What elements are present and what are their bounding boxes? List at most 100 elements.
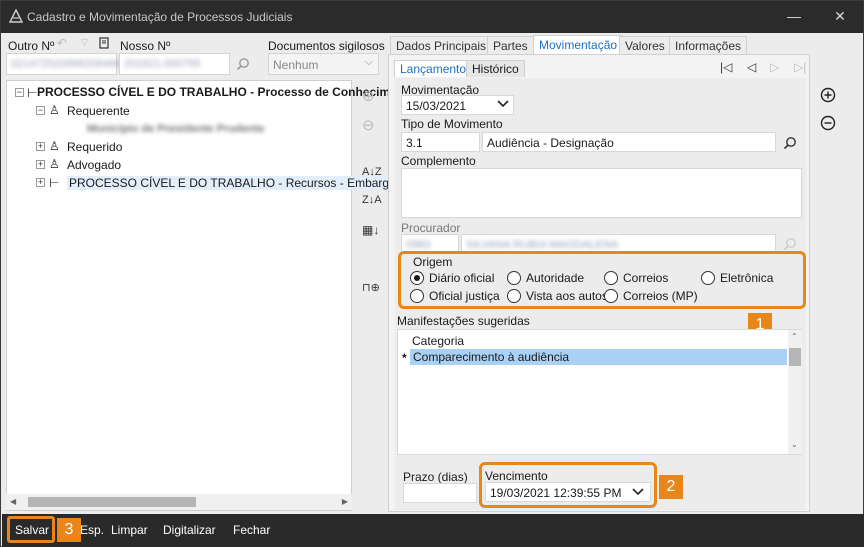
add-icon[interactable]: ⊕ — [362, 87, 375, 105]
person-icon: ♙ — [49, 139, 60, 153]
expand-icon[interactable]: + — [36, 160, 45, 169]
radio-vista-aos-autos[interactable] — [507, 289, 521, 303]
radio-autoridade[interactable] — [507, 271, 521, 285]
complemento-textarea[interactable] — [401, 168, 802, 218]
origem-label: Origem — [413, 255, 453, 269]
esp-button[interactable]: Esp. — [80, 523, 104, 537]
tree-node-icon: ⊢ — [27, 86, 38, 100]
search-icon[interactable] — [783, 136, 797, 150]
add-icon[interactable] — [820, 87, 836, 103]
prev-record-icon[interactable]: ◁ — [747, 60, 756, 74]
manifestacoes-label: Manifestações sugeridas — [397, 314, 530, 328]
scroll-up-icon: ⌃ — [791, 332, 798, 341]
collapse-icon[interactable]: − — [36, 106, 45, 115]
undo-icon[interactable]: ↶ — [57, 36, 67, 50]
collapse-icon[interactable]: − — [15, 88, 24, 97]
scroll-thumb[interactable] — [789, 348, 801, 366]
tree-node-icon: ⊢ — [49, 176, 60, 190]
procurador-label: Procurador — [401, 221, 461, 235]
bottom-toolbar: Salvar 3 Esp. Limpar Digitalizar Fechar — [2, 514, 864, 547]
tree-item-requerido[interactable]: Requerido — [67, 140, 122, 154]
subtab-historico[interactable]: Histórico — [466, 60, 525, 77]
tab-informacoes[interactable]: Informações — [669, 36, 748, 54]
tree-item-municipio[interactable]: Município de Presidente Prudente — [87, 123, 264, 135]
radio-label: Oficial justiça — [429, 289, 500, 303]
sort-az-icon[interactable]: A↓Z — [362, 166, 382, 178]
remove-icon[interactable] — [820, 115, 836, 131]
expand-icon[interactable]: + — [36, 178, 45, 187]
tree-item-advogado[interactable]: Advogado — [67, 158, 121, 172]
last-record-icon[interactable]: ▷| — [794, 60, 806, 74]
table-row[interactable]: Comparecimento à audiência — [410, 349, 787, 365]
search-icon[interactable] — [236, 57, 250, 71]
tab-dados-principais[interactable]: Dados Principais — [390, 36, 493, 54]
close-button[interactable]: ✕ — [817, 1, 863, 33]
expand-icon[interactable]: + — [36, 142, 45, 151]
chevron-down-icon[interactable]: ▽ — [81, 37, 88, 48]
digitalizar-button[interactable]: Digitalizar — [163, 523, 216, 537]
app-icon — [9, 9, 23, 23]
remove-icon[interactable]: ⊖ — [362, 116, 375, 134]
minimize-button[interactable]: — — [771, 1, 817, 33]
radio-label: Eletrônica — [720, 271, 774, 285]
radio-correios[interactable] — [604, 271, 618, 285]
subtab-lancamento[interactable]: Lançamento — [394, 60, 473, 77]
vencimento-label: Vencimento — [485, 469, 548, 483]
radio-label: Correios (MP) — [623, 289, 698, 303]
radio-oficial-justica[interactable] — [410, 289, 424, 303]
sort-za-icon[interactable]: Z↓A — [362, 194, 382, 206]
tree-item-requerente[interactable]: Requerente — [67, 104, 130, 118]
manifestacoes-grid[interactable]: Categoria * Comparecimento à audiência ⌃… — [397, 329, 802, 455]
step-badge-2: 2 — [659, 475, 683, 499]
tree-item-processo[interactable]: PROCESSO CÍVEL E DO TRABALHO - Processo … — [37, 85, 390, 99]
person-icon: ♙ — [49, 157, 60, 171]
add-node-icon[interactable]: ⊓⊕ — [362, 281, 380, 294]
radio-label: Vista aos autos — [526, 289, 608, 303]
radio-label: Diário oficial — [429, 271, 495, 285]
radio-eletronica[interactable] — [701, 271, 715, 285]
scroll-down-icon: ⌄ — [791, 440, 798, 449]
movimentacao-date[interactable]: 15/03/2021 — [401, 95, 514, 115]
next-record-icon[interactable]: ▷ — [770, 60, 779, 74]
chevron-down-icon: ⌵ — [364, 56, 373, 68]
tipo-desc-input[interactable]: Audiência - Designação — [482, 132, 776, 152]
complemento-label: Complemento — [401, 154, 476, 168]
salvar-button[interactable]: Salvar — [15, 523, 49, 537]
title-bar: Cadastro e Movimentação de Processos Jud… — [1, 1, 863, 33]
radio-correios-mp[interactable] — [604, 289, 618, 303]
tree-item-recursos[interactable]: PROCESSO CÍVEL E DO TRABALHO - Recursos … — [67, 176, 398, 190]
nosso-input[interactable]: 201621.000755 — [119, 53, 230, 75]
prazo-input[interactable] — [403, 483, 477, 503]
tab-movimentacao[interactable]: Movimentação — [533, 35, 624, 55]
tipo-code-input[interactable]: 3.1 — [401, 132, 480, 152]
step-badge-3: 3 — [57, 518, 81, 542]
categoria-header: Categoria — [412, 334, 465, 348]
scroll-thumb[interactable] — [28, 497, 196, 507]
outro-label: Outro Nº — [8, 39, 55, 53]
horizontal-scrollbar[interactable]: ◀ ▶ — [6, 494, 352, 510]
bookmark-icon[interactable] — [99, 37, 109, 49]
radio-label: Autoridade — [526, 271, 585, 285]
radio-label: Correios — [623, 271, 669, 285]
categoria-cell: Comparecimento à audiência — [413, 350, 570, 364]
tab-partes[interactable]: Partes — [487, 36, 534, 54]
fechar-button[interactable]: Fechar — [233, 523, 270, 537]
process-tree[interactable]: − ⊢ PROCESSO CÍVEL E DO TRABALHO - Proce… — [6, 80, 398, 511]
docs-sigilosos-select[interactable]: Nenhum ⌵ — [268, 53, 379, 75]
search-icon[interactable] — [783, 237, 797, 251]
tab-valores[interactable]: Valores — [619, 36, 671, 54]
calendar-sort-icon[interactable]: ▦↓ — [362, 223, 379, 237]
person-icon: ♙ — [49, 103, 60, 117]
outro-input[interactable]: 0214725209982064668 — [6, 53, 127, 75]
first-record-icon[interactable]: |◁ — [720, 60, 732, 74]
tipo-movimento-label: Tipo de Movimento — [401, 117, 503, 131]
nosso-label: Nosso Nº — [120, 39, 171, 53]
chevron-down-icon — [497, 100, 509, 108]
vencimento-datetime[interactable]: 19/03/2021 12:39:55 PM — [485, 482, 651, 502]
limpar-button[interactable]: Limpar — [111, 523, 148, 537]
main-window: Cadastro e Movimentação de Processos Jud… — [0, 0, 864, 547]
row-marker: * — [402, 351, 407, 365]
radio-diario-oficial[interactable] — [410, 271, 424, 285]
scroll-right-icon: ▶ — [341, 497, 348, 506]
vertical-scrollbar[interactable]: ⌃ ⌄ — [788, 330, 802, 454]
